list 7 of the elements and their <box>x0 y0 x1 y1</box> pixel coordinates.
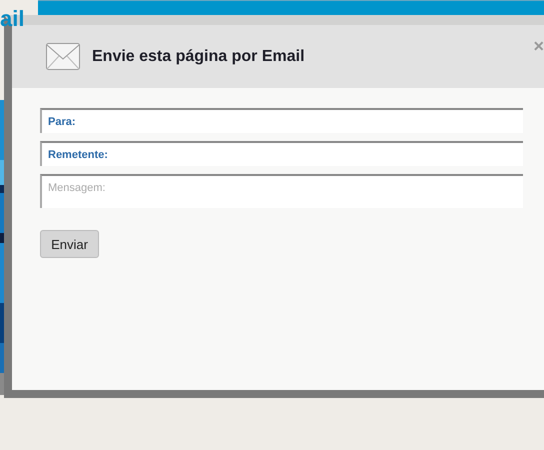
input-field[interactable]: Remetente: <box>40 141 523 166</box>
dialog-title: Envie esta página por Email <box>92 48 305 66</box>
send-button[interactable]: Enviar <box>40 230 99 258</box>
site-logo: ail <box>0 5 26 32</box>
envelope-icon <box>46 43 80 70</box>
message-field[interactable]: Mensagem: <box>40 174 523 208</box>
input-field[interactable]: Para: <box>40 108 523 133</box>
